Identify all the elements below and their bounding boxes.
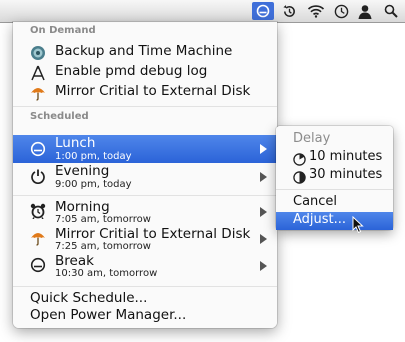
time-machine-icon[interactable]	[279, 2, 299, 20]
menu-item-break[interactable]: Break 10:30 am, tomorrow	[13, 253, 277, 280]
menu-item-time: 10:30 am, tomorrow	[55, 268, 158, 279]
compass-icon	[30, 65, 46, 81]
power-manager-menu: On Demand Backup and Time Machine Enable…	[13, 22, 277, 328]
cancel-item[interactable]: Cancel	[276, 194, 393, 212]
menu-bar	[0, 0, 405, 23]
power-manager-icon[interactable]	[252, 2, 274, 20]
delay-10-icon	[293, 151, 306, 166]
power-icon	[30, 168, 46, 185]
lunch-submenu: Delay 10 minutes 30 minutes Cancel Adjus…	[276, 126, 393, 230]
delay-30-minutes-item[interactable]: 30 minutes	[276, 167, 393, 185]
cancel-label: Cancel	[293, 194, 338, 209]
user-icon[interactable]	[356, 2, 374, 20]
submenu-arrow-icon	[260, 172, 267, 182]
separator	[13, 106, 277, 107]
separator	[13, 286, 277, 287]
backup-disc-icon	[30, 45, 46, 61]
menu-item-enable-pmd-debug-log[interactable]: Enable pmd debug log	[13, 62, 277, 82]
menu-item-mirror-critical[interactable]: Mirror Critial to External Disk	[13, 82, 277, 102]
mouse-cursor-icon	[352, 215, 364, 238]
delay-10-label: 10 minutes	[309, 149, 383, 164]
menu-item-evening[interactable]: Evening 9:00 pm, today	[13, 163, 277, 191]
delay-10-minutes-item[interactable]: 10 minutes	[276, 149, 393, 167]
menu-item-time: 7:05 am, tomorrow	[55, 214, 151, 225]
menu-item-time: 9:00 pm, today	[55, 179, 132, 190]
on-demand-section-label: On Demand	[30, 25, 96, 36]
menu-item-label: Mirror Critial to External Disk	[55, 226, 251, 242]
sleep-icon	[30, 257, 46, 273]
spotlight-icon[interactable]	[382, 2, 400, 20]
menu-item-label: Lunch	[55, 135, 96, 151]
submenu-arrow-icon	[260, 261, 267, 271]
open-power-manager-menu-item[interactable]: Open Power Manager...	[30, 307, 186, 323]
scheduled-section-label: Scheduled	[30, 111, 89, 122]
delay-30-label: 30 minutes	[309, 167, 383, 182]
menu-item-label: Break	[55, 253, 94, 269]
menu-item-time: 1:00 pm, today	[55, 151, 132, 162]
adjust-item[interactable]: Adjust...	[276, 212, 393, 230]
menu-item-label: Enable pmd debug log	[55, 63, 208, 79]
umbrella-icon	[30, 230, 46, 246]
menu-item-lunch[interactable]: Lunch 1:00 pm, today	[13, 135, 277, 163]
menu-item-label: Backup and Time Machine	[55, 43, 233, 59]
menu-item-label: Mirror Critial to External Disk	[55, 83, 251, 99]
separator	[13, 195, 277, 196]
submenu-arrow-icon	[260, 234, 267, 244]
delay-heading: Delay	[293, 131, 331, 146]
sleep-icon	[30, 141, 46, 157]
umbrella-icon	[30, 85, 46, 101]
menu-item-label: Morning	[55, 199, 110, 215]
delay-30-icon	[293, 169, 306, 184]
separator	[276, 189, 393, 190]
menu-item-mirror-critical-scheduled[interactable]: Mirror Critial to External Disk 7:25 am,…	[13, 226, 277, 253]
alarm-clock-icon	[30, 203, 46, 220]
menu-item-morning[interactable]: Morning 7:05 am, tomorrow	[13, 199, 277, 226]
submenu-arrow-icon	[260, 207, 267, 217]
menu-item-label: Evening	[55, 163, 110, 179]
wifi-icon[interactable]	[305, 2, 327, 20]
menu-item-backup[interactable]: Backup and Time Machine	[13, 42, 277, 62]
menu-item-time: 7:25 am, tomorrow	[55, 241, 151, 252]
adjust-label: Adjust...	[293, 212, 347, 227]
submenu-arrow-icon	[260, 144, 267, 154]
clock-icon[interactable]	[332, 2, 350, 20]
quick-schedule-menu-item[interactable]: Quick Schedule...	[30, 290, 147, 306]
